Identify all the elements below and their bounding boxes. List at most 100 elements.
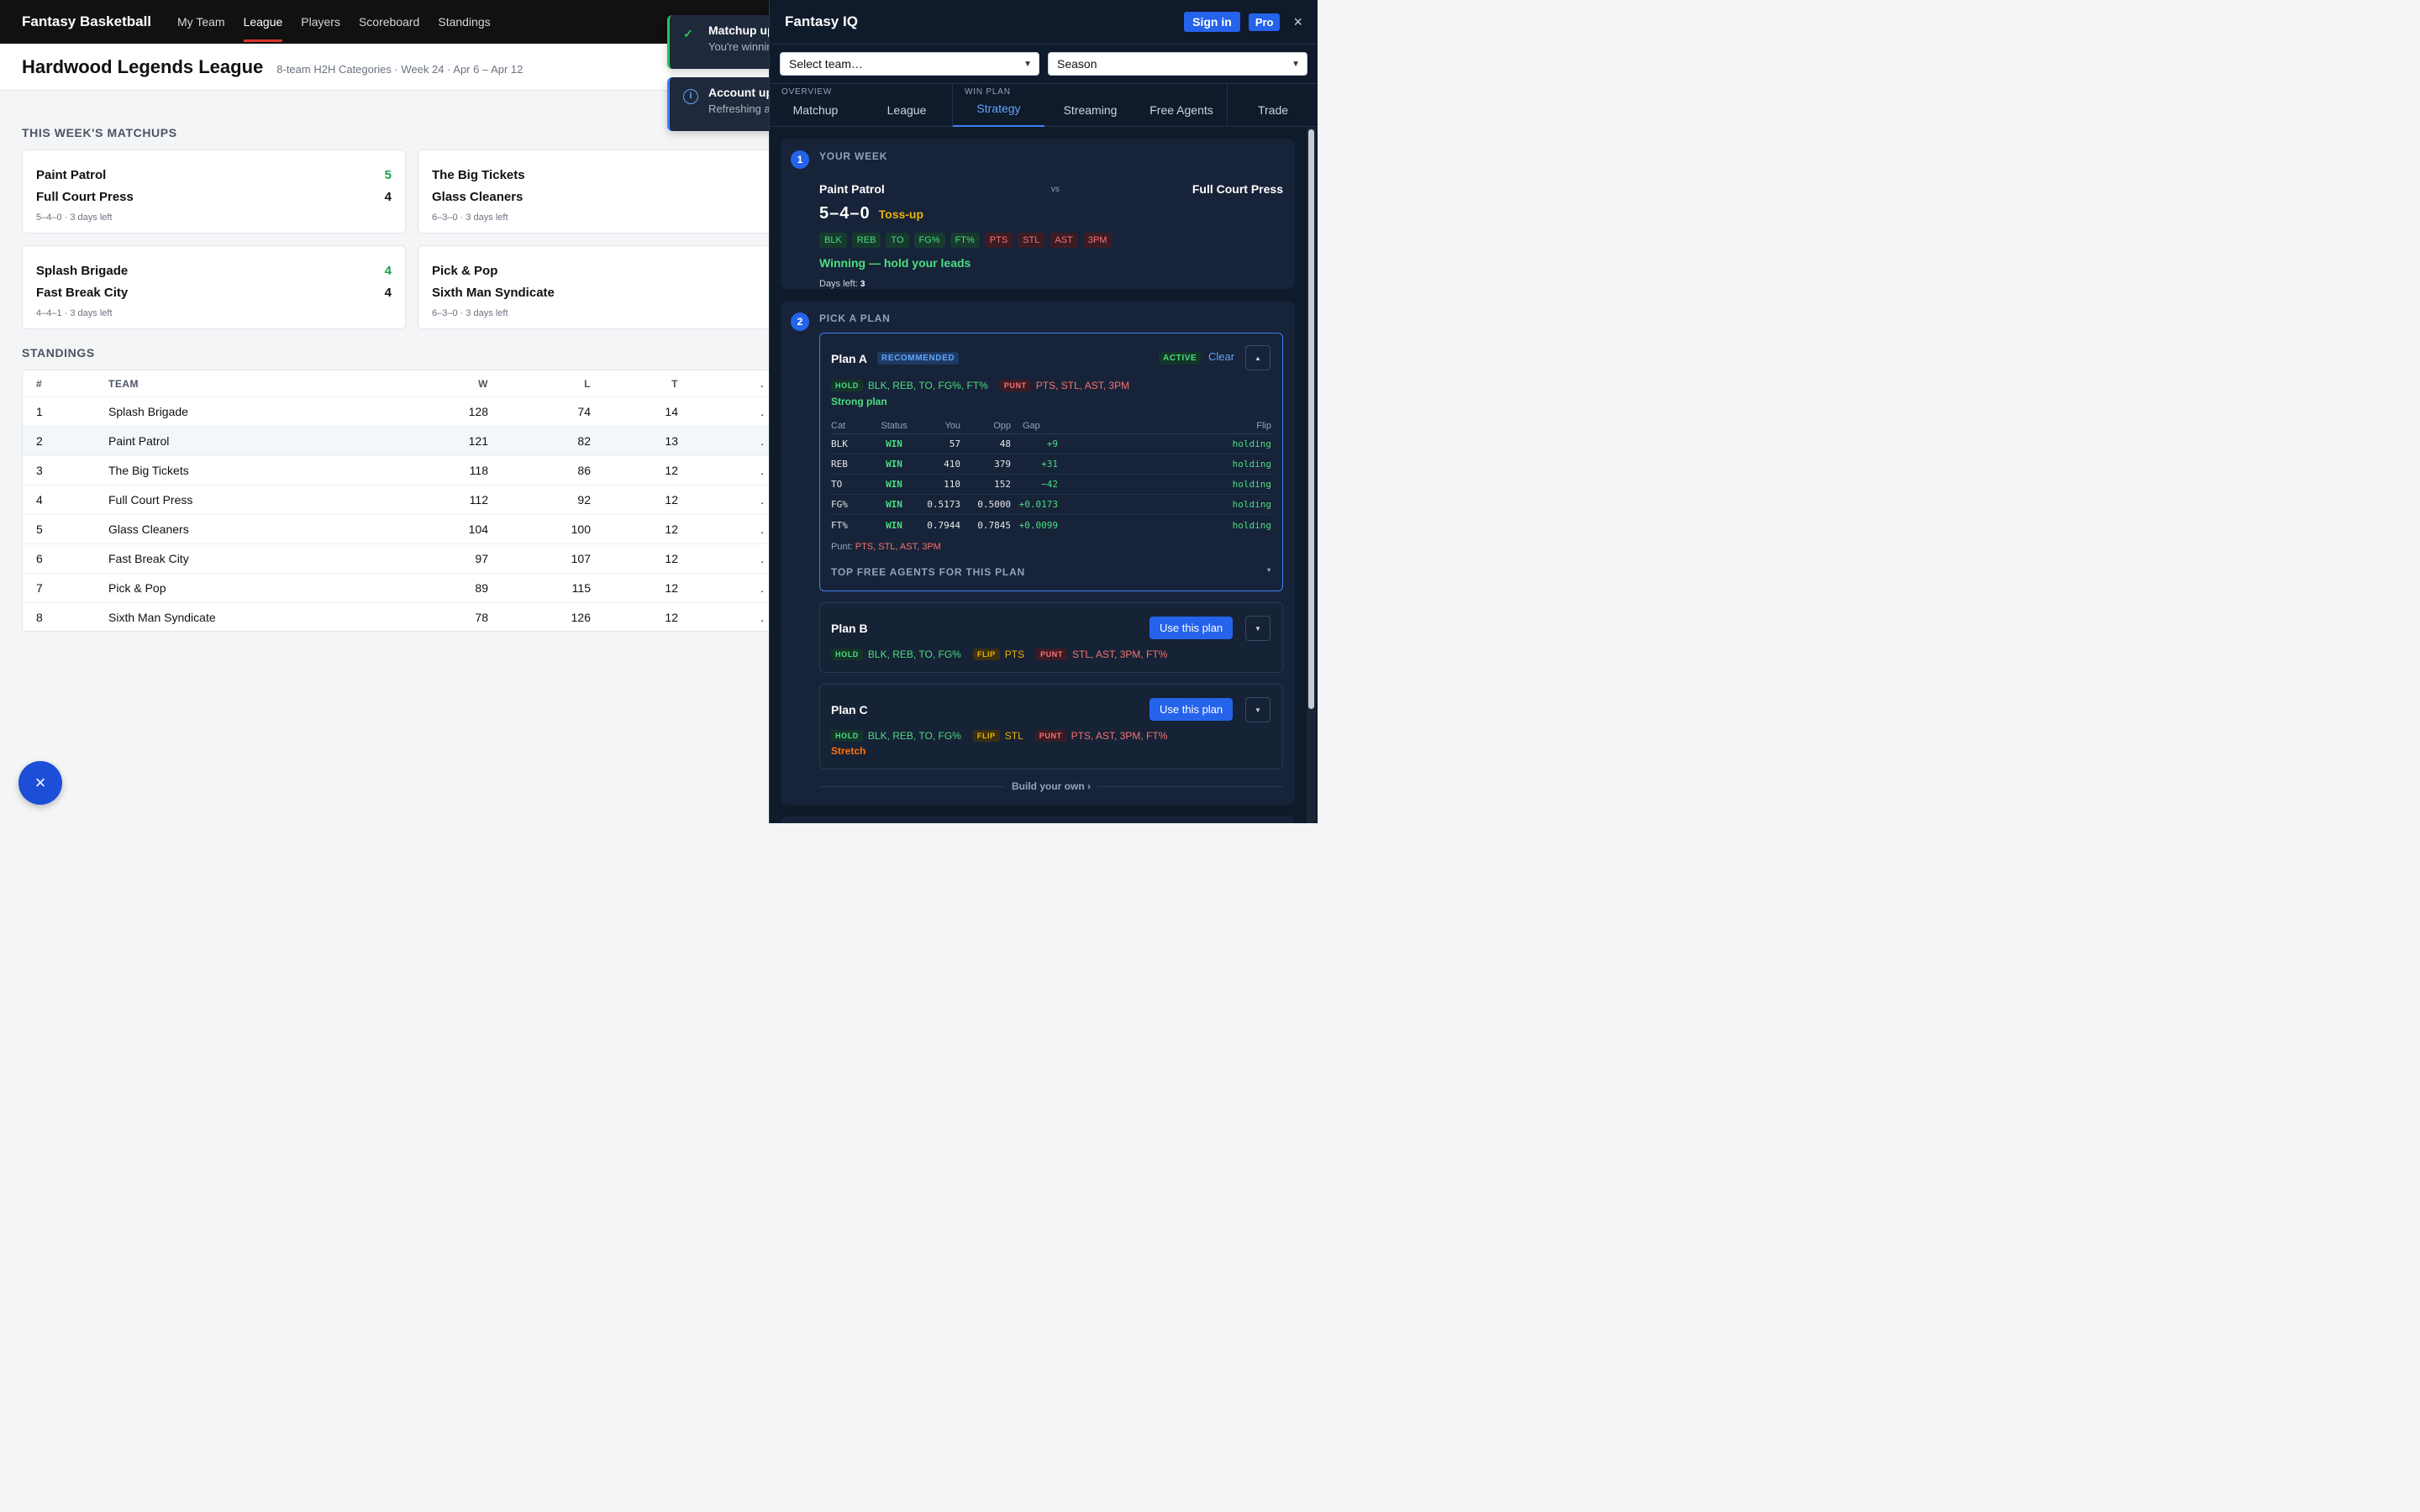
matchup-record: 5–4–0 Toss-up [819, 204, 923, 223]
free-agents-toggle[interactable]: TOP FREE AGENTS FOR THIS PLAN ▾ [831, 566, 1271, 578]
nav-league[interactable]: League [243, 0, 282, 44]
plan-strategy: HOLD BLK, REB, TO, FG% FLIP STL PUNT PTS… [831, 730, 1179, 742]
table-row[interactable]: 6 Fast Break City 97 107 12. [23, 544, 777, 574]
col-wins-header[interactable]: W [402, 378, 488, 390]
nav-scoreboard[interactable]: Scoreboard [359, 0, 419, 44]
expand-toggle[interactable]: ▼ [1245, 616, 1270, 641]
team-select[interactable]: Select team… ▼ [780, 52, 1039, 76]
tab-group-label: WIN PLAN [965, 87, 1011, 97]
gap-cell: +0.0173 [1018, 499, 1058, 510]
matchup-team-name: Glass Cleaners [432, 189, 523, 204]
table-row[interactable]: 7 Pick & Pop 89 115 12. [23, 574, 777, 603]
rank-cell: 1 [36, 405, 43, 418]
matchup-footer: 4–4–1 · 3 days left [36, 308, 113, 318]
losses-cell: 126 [571, 611, 591, 624]
matchup-card[interactable]: The Big Tickets Glass Cleaners 6–3–0 · 3… [418, 150, 802, 234]
flip-cell: holding [1232, 499, 1271, 510]
category-chip[interactable]: BLK [819, 233, 847, 248]
truncated-cell: . [760, 552, 764, 565]
table-row[interactable]: 4 Full Court Press 112 92 12. [23, 486, 777, 515]
days-left-label: Days left: [819, 279, 858, 289]
table-row[interactable]: 3 The Big Tickets 118 86 12. [23, 456, 777, 486]
col-losses-header[interactable]: L [488, 378, 591, 390]
punt-categories: PTS, STL, AST, 3PM [1035, 380, 1130, 391]
table-row[interactable]: 1 Splash Brigade 128 74 14. [23, 397, 777, 427]
matchup-footer: 6–3–0 · 3 days left [432, 213, 508, 223]
plan-strategy: HOLD BLK, REB, TO, FG% FLIP PTS PUNT STL… [831, 648, 1179, 660]
col-opp-header: Opp [993, 420, 1011, 431]
build-own-link[interactable]: Build your own › [1005, 780, 1097, 792]
category-chip[interactable]: 3PM [1082, 233, 1113, 248]
gap-cell: +31 [1041, 459, 1058, 470]
nav-players[interactable]: Players [301, 0, 340, 44]
nav-standings[interactable]: Standings [438, 0, 490, 44]
sign-in-button[interactable]: Sign in [1184, 12, 1240, 32]
collapse-toggle[interactable]: ▲ [1245, 345, 1270, 370]
category-chip[interactable]: TO [886, 233, 909, 248]
matchup-team-row: Fast Break City 4 [36, 281, 392, 303]
plan-strength: Stretch [831, 745, 866, 757]
expand-toggle[interactable]: ▼ [1245, 697, 1270, 722]
matchup-team-row: Pick & Pop [432, 260, 787, 281]
col-ties-header[interactable]: T [591, 378, 678, 390]
close-panel-fab[interactable]: × [18, 761, 62, 805]
col-team-header[interactable]: TEAM [108, 378, 402, 390]
plan-b-card[interactable]: Plan B Use this plan ▼ HOLD BLK, REB, TO… [819, 602, 1283, 673]
matchup-card[interactable]: Pick & Pop Sixth Man Syndicate 6–3–0 · 3… [418, 245, 802, 329]
category-chip[interactable]: AST [1050, 233, 1078, 248]
tab-group-win-plan: WIN PLAN Strategy Streaming Free Agents [953, 84, 1228, 127]
pro-badge[interactable]: Pro [1248, 13, 1281, 31]
col-rank-header[interactable]: # [23, 378, 108, 390]
tab-streaming[interactable]: Streaming [1044, 84, 1136, 127]
panel-tabs: OVERVIEW Matchup League WIN PLAN Strateg… [770, 84, 1318, 127]
tab-league[interactable]: League [861, 84, 952, 127]
build-own-plan[interactable]: Build your own › [819, 780, 1283, 792]
close-icon[interactable]: × [1293, 13, 1302, 31]
truncated-cell: . [760, 581, 764, 595]
category-chip[interactable]: FT% [950, 233, 980, 248]
category-chip[interactable]: STL [1018, 233, 1045, 248]
table-row: FT% WIN 0.7944 0.7845 +0.0099 holding [831, 515, 1271, 535]
matchup-footer: 5–4–0 · 3 days left [36, 213, 113, 223]
use-plan-c-button[interactable]: Use this plan [1150, 698, 1234, 721]
category-chip[interactable]: PTS [984, 233, 1013, 248]
matchup-card[interactable]: Splash Brigade 4 Fast Break City 4 4–4–1 ·… [22, 245, 406, 329]
table-row[interactable]: 8 Sixth Man Syndicate 78 126 12. [23, 603, 777, 631]
scope-select[interactable]: Season ▼ [1048, 52, 1307, 76]
truncated-cell: . [760, 611, 764, 624]
flip-cell: holding [1232, 438, 1271, 449]
vs-label: vs [1050, 184, 1060, 194]
clear-plan-link[interactable]: Clear [1208, 350, 1234, 363]
use-plan-b-button[interactable]: Use this plan [1150, 617, 1234, 639]
table-row[interactable]: 2 Paint Patrol 121 82 13. [23, 427, 777, 456]
table-row[interactable]: 5 Glass Cleaners 104 100 12. [23, 515, 777, 544]
tab-group-label: OVERVIEW [781, 87, 833, 97]
brand-logo[interactable]: Fantasy Basketball [22, 13, 151, 30]
wins-cell: 121 [468, 434, 488, 448]
plan-a-card[interactable]: Plan A RECOMMENDED ACTIVE Clear ▲ HOLD B… [819, 333, 1283, 591]
flip-categories: PTS [1004, 648, 1025, 660]
ties-cell: 12 [665, 581, 678, 595]
panel-scrollbar-thumb[interactable] [1308, 129, 1314, 709]
tab-free-agents[interactable]: Free Agents [1136, 84, 1227, 127]
status-cell: WIN [886, 479, 902, 490]
truncated-cell: . [760, 522, 764, 536]
matchup-card[interactable]: Paint Patrol 5 Full Court Press 4 5–4–0 · … [22, 150, 406, 234]
matchup-team-row: The Big Tickets [432, 164, 787, 186]
col-truncated-header: . [760, 377, 764, 390]
team-cell: The Big Tickets [108, 464, 189, 477]
matchup-status: Toss-up [878, 207, 924, 221]
plan-c-card[interactable]: Plan C Use this plan ▼ HOLD BLK, REB, TO… [819, 684, 1283, 769]
hold-categories: BLK, REB, TO, FG% [867, 730, 961, 742]
wins-cell: 112 [469, 493, 488, 507]
nav-my-team[interactable]: My Team [177, 0, 225, 44]
category-chip[interactable]: FG% [913, 233, 945, 248]
flip-cell: holding [1232, 479, 1271, 490]
wins-cell: 128 [468, 405, 488, 418]
tab-trade[interactable]: Trade [1228, 84, 1318, 127]
opp-cell: 379 [994, 459, 1011, 470]
matchup-team-row: Glass Cleaners [432, 186, 787, 207]
rank-cell: 2 [36, 434, 43, 448]
category-chip[interactable]: REB [851, 233, 881, 248]
cat-cell: REB [831, 459, 848, 470]
